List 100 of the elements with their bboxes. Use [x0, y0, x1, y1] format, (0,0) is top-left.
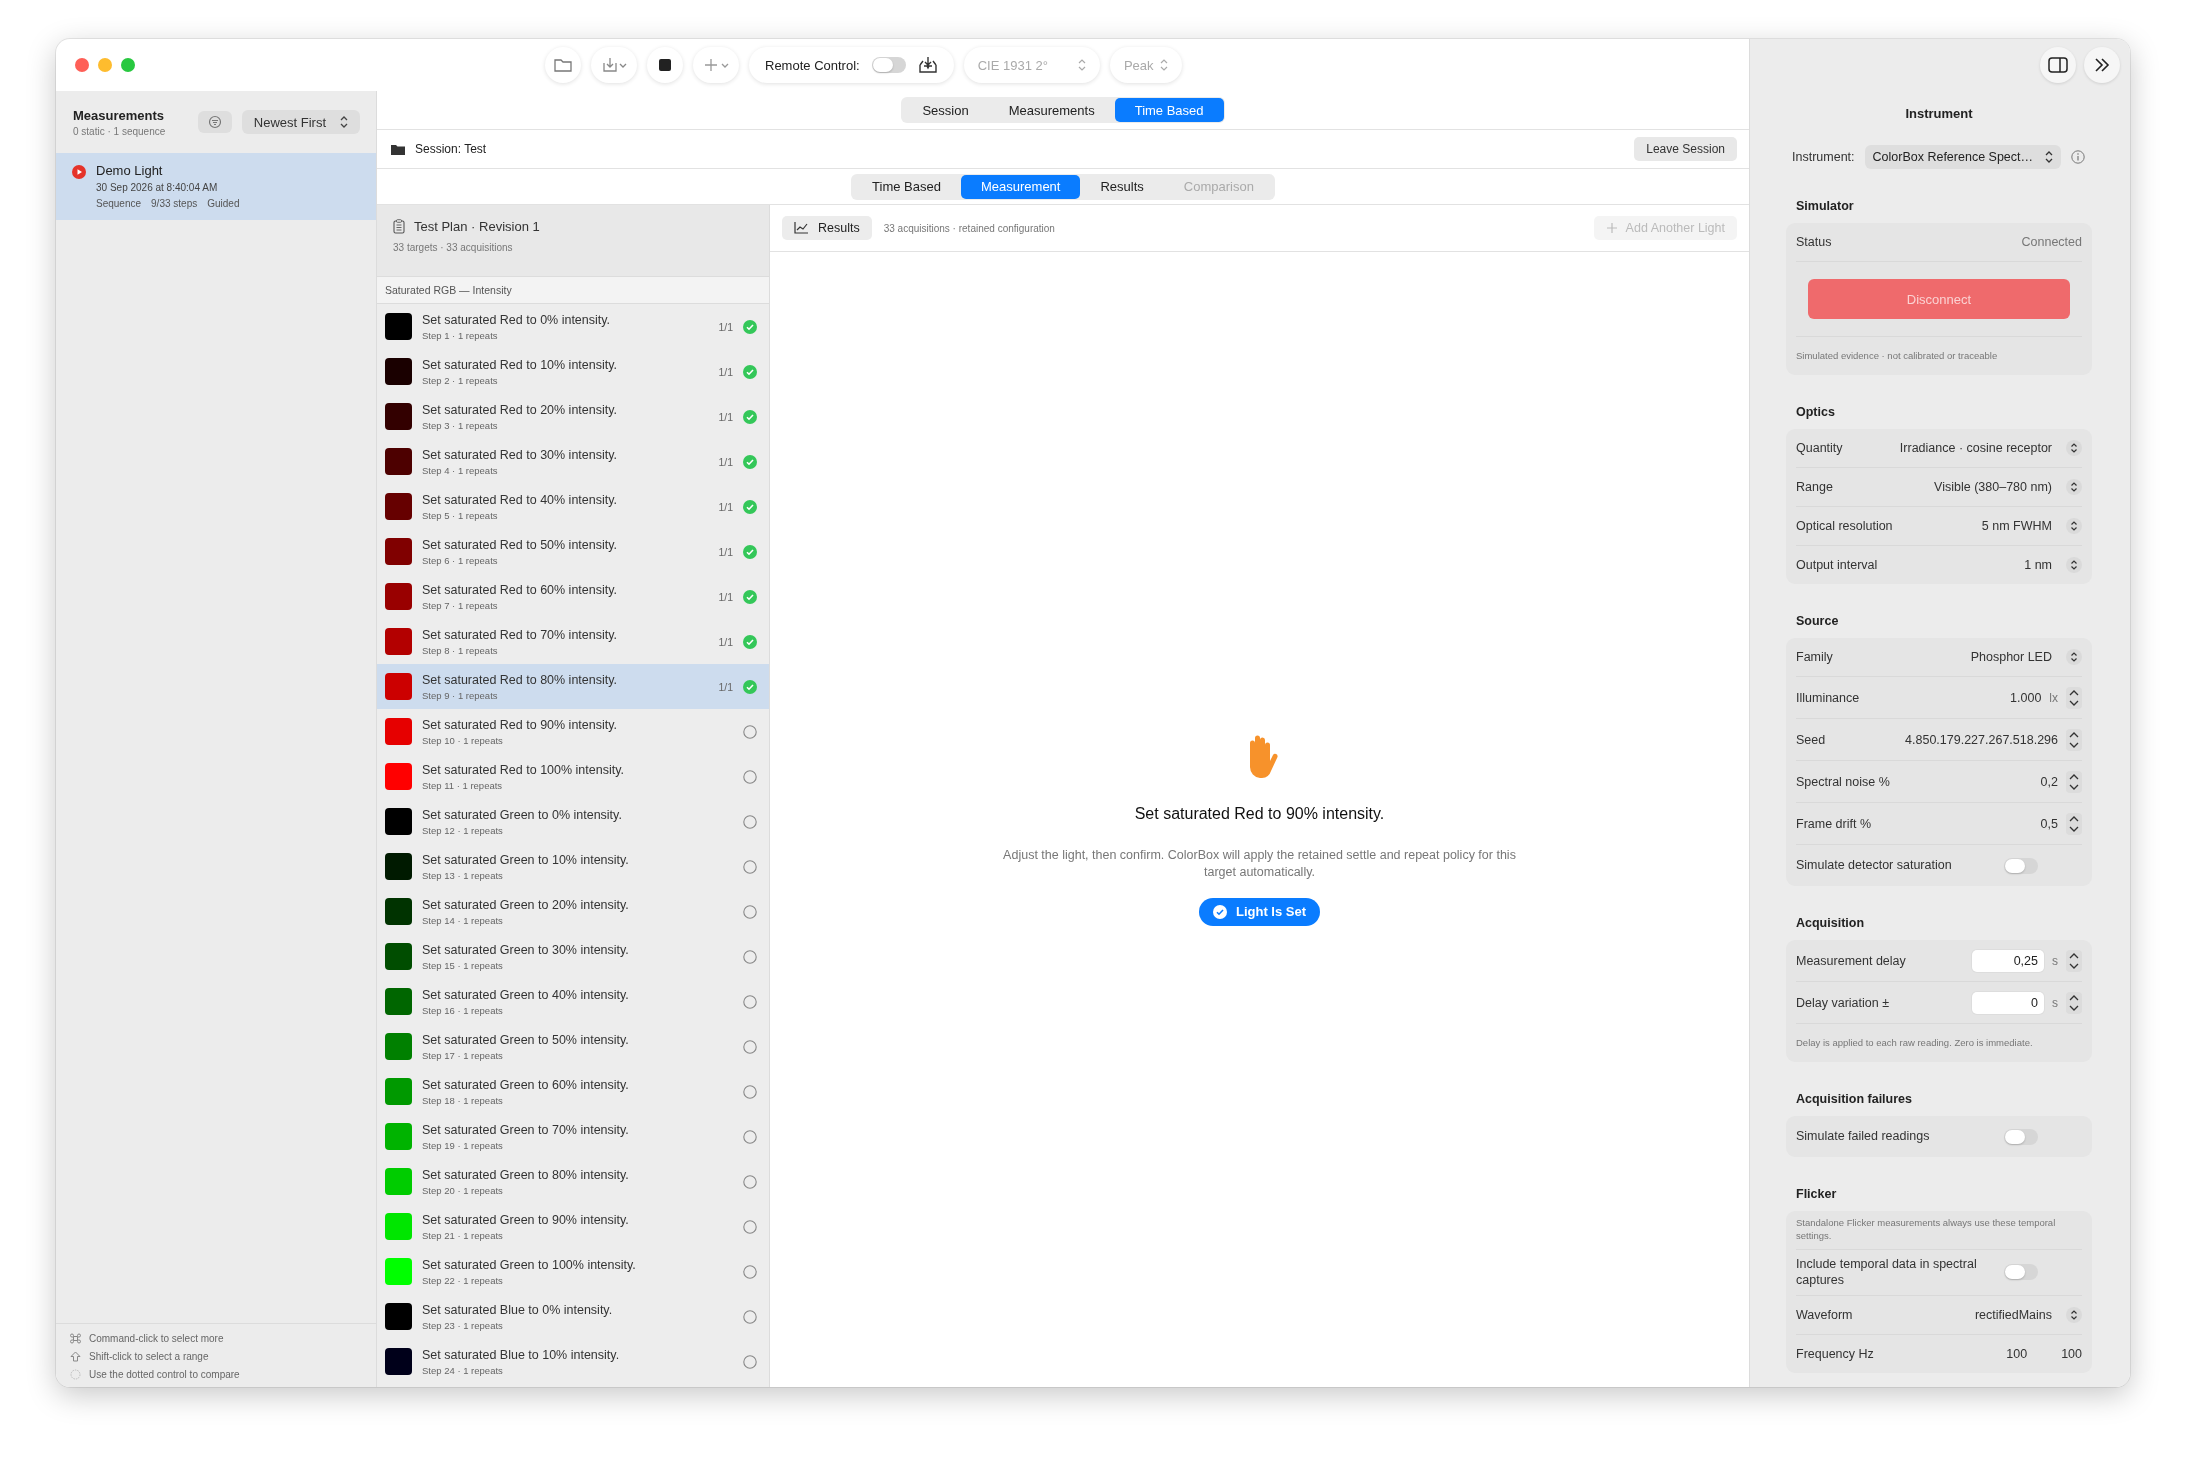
- light-is-set-button[interactable]: Light Is Set: [1198, 897, 1321, 926]
- remote-control-toggle[interactable]: [871, 57, 906, 73]
- popup-chevron-icon[interactable]: [2066, 518, 2082, 534]
- number-field[interactable]: 0,25: [1972, 949, 2044, 972]
- double-chevron-icon: [2093, 57, 2111, 73]
- step-row[interactable]: Set saturated Red to 10% intensity. Step 2 · 1 repeats 1/1: [377, 349, 769, 394]
- instrument-popup[interactable]: ColorBox Reference Spect…: [1864, 145, 2062, 169]
- close-button[interactable]: [75, 58, 89, 72]
- step-row[interactable]: Set saturated Green to 0% intensity. Step 12 · 1 repeats: [377, 799, 769, 844]
- plus-icon: [703, 57, 729, 73]
- setting-value: Phosphor LED: [1970, 650, 2052, 664]
- step-row[interactable]: Set saturated Green to 70% intensity. Step 19 · 1 repeats: [377, 1114, 769, 1159]
- view-tab[interactable]: Measurements: [988, 98, 1115, 122]
- stepper-control[interactable]: [2066, 812, 2082, 835]
- stop-button[interactable]: [647, 47, 683, 83]
- step-title: Set saturated Green to 90% intensity.: [422, 1212, 630, 1227]
- step-row[interactable]: Set saturated Red to 30% intensity. Step 4 · 1 repeats 1/1: [377, 439, 769, 484]
- mode-tab[interactable]: Time Based: [852, 174, 961, 199]
- step-title: Set saturated Green to 20% intensity.: [422, 897, 630, 912]
- stepper-control[interactable]: [2066, 770, 2082, 793]
- step-row[interactable]: Set saturated Red to 90% intensity. Step 10 · 1 repeats: [377, 709, 769, 754]
- results-summary: 33 acquisitions · retained configuration: [883, 222, 1056, 234]
- step-detail: Step 17 · 1 repeats: [422, 1049, 504, 1061]
- setting-label: Frequency Hz: [1796, 1346, 1875, 1361]
- step-title: Set saturated Blue to 10% intensity.: [422, 1347, 621, 1362]
- setting-value: 1 nm: [2024, 558, 2052, 572]
- step-row[interactable]: Set saturated Blue to 10% intensity. Step 24 · 1 repeats: [377, 1339, 769, 1384]
- step-row[interactable]: Set saturated Green to 40% intensity. Step 16 · 1 repeats: [377, 979, 769, 1024]
- toggle-switch[interactable]: [2004, 1264, 2038, 1281]
- measurement-detail: Sequence: [96, 198, 142, 209]
- step-count: 1/1: [718, 545, 733, 558]
- setting-label: Simulate failed readings: [1796, 1128, 1931, 1146]
- setting-label: Quantity: [1796, 441, 1844, 455]
- step-title: Set saturated Green to 30% intensity.: [422, 942, 630, 957]
- step-detail: Step 3 · 1 repeats: [422, 419, 499, 431]
- step-count: 1/1: [718, 680, 733, 693]
- command-icon: [70, 1333, 81, 1344]
- popup-chevron-icon[interactable]: [2066, 557, 2082, 573]
- step-row[interactable]: Set saturated Red to 60% intensity. Step 7 · 1 repeats 1/1: [377, 574, 769, 619]
- step-title: Set saturated Red to 40% intensity.: [422, 492, 619, 507]
- sort-popup[interactable]: Newest First: [241, 110, 360, 134]
- step-row[interactable]: Set saturated Red to 70% intensity. Step 8 · 1 repeats 1/1: [377, 619, 769, 664]
- step-row[interactable]: Set saturated Red to 20% intensity. Step 3 · 1 repeats 1/1: [377, 394, 769, 439]
- step-row[interactable]: Set saturated Green to 90% intensity. Step 21 · 1 repeats: [377, 1204, 769, 1249]
- stepper-control[interactable]: [2066, 686, 2082, 709]
- chevron-icon: [2045, 151, 2054, 163]
- remote-control-label: Remote Control:: [765, 57, 860, 73]
- step-row[interactable]: Set saturated Green to 100% intensity. Step 22 · 1 repeats: [377, 1249, 769, 1294]
- stepper-control[interactable]: [2066, 991, 2082, 1014]
- folder-button[interactable]: [545, 47, 581, 83]
- mode-tab[interactable]: Measurement: [960, 174, 1081, 199]
- toggle-switch[interactable]: [2004, 857, 2038, 874]
- step-row[interactable]: Set saturated Red to 0% intensity. Step 1 · 1 repeats 1/1: [377, 304, 769, 349]
- instrument-label: Instrument:: [1792, 150, 1855, 164]
- stepper-control[interactable]: [2066, 728, 2082, 751]
- popup-chevron-icon[interactable]: [2066, 440, 2082, 456]
- measurement-detail: 9/33 steps: [151, 198, 198, 209]
- download-icon: [601, 57, 627, 73]
- step-title: Set saturated Green to 60% intensity.: [422, 1077, 630, 1092]
- measurement-name: Demo Light: [96, 163, 164, 178]
- stepper-control[interactable]: [2066, 949, 2082, 972]
- step-row[interactable]: Set saturated Red to 100% intensity. Step 11 · 1 repeats: [377, 754, 769, 799]
- filter-button[interactable]: [197, 111, 232, 133]
- checkmark-icon: [1212, 904, 1227, 919]
- step-row[interactable]: Set saturated Green to 30% intensity. Step 15 · 1 repeats: [377, 934, 769, 979]
- step-row[interactable]: Set saturated Green to 60% intensity. Step 18 · 1 repeats: [377, 1069, 769, 1114]
- step-row[interactable]: Set saturated Blue to 0% intensity. Step 23 · 1 repeats: [377, 1294, 769, 1339]
- sidebar-toggle-button[interactable]: [2040, 47, 2076, 83]
- view-tab[interactable]: Time Based: [1114, 98, 1224, 122]
- measurement-item[interactable]: Demo Light 30 Sep 2026 at 8:40:04 AM Sequence 9/33 steps Guided: [56, 153, 376, 220]
- step-row[interactable]: Set saturated Red to 50% intensity. Step 6 · 1 repeats 1/1: [377, 529, 769, 574]
- step-row[interactable]: Set saturated Red to 40% intensity. Step 5 · 1 repeats 1/1: [377, 484, 769, 529]
- popup-chevron-icon[interactable]: [2066, 479, 2082, 495]
- popup-chevron-icon[interactable]: [2066, 649, 2082, 665]
- step-title: Set saturated Green to 0% intensity.: [422, 807, 623, 822]
- chevron-icon: [1077, 59, 1086, 71]
- measurement-date: 30 Sep 2026 at 8:40:04 AM: [96, 182, 219, 193]
- collapse-button[interactable]: [2084, 47, 2120, 83]
- step-detail: Step 21 · 1 repeats: [422, 1229, 504, 1241]
- step-title: Set saturated Red to 0% intensity.: [422, 312, 612, 327]
- toggle-switch[interactable]: [2004, 1128, 2038, 1145]
- popup-chevron-icon[interactable]: [2066, 1306, 2082, 1323]
- setting-value: Irradiance · cosine receptor: [1899, 441, 2052, 455]
- step-row[interactable]: Set saturated Green to 10% intensity. Step 13 · 1 repeats: [377, 844, 769, 889]
- mode-tab[interactable]: Results: [1080, 174, 1164, 199]
- step-row[interactable]: Set saturated Green to 20% intensity. Step 14 · 1 repeats: [377, 889, 769, 934]
- step-row[interactable]: Set saturated Red to 80% intensity. Step 9 · 1 repeats 1/1: [377, 664, 769, 709]
- results-button[interactable]: Results: [782, 216, 872, 240]
- setting-value: rectifiedMains: [1974, 1307, 2052, 1322]
- step-detail: Step 13 · 1 repeats: [422, 869, 504, 881]
- shift-icon: [70, 1351, 81, 1362]
- step-row[interactable]: Set saturated Green to 80% intensity. Step 20 · 1 repeats: [377, 1159, 769, 1204]
- number-field[interactable]: 0: [1972, 991, 2044, 1014]
- view-tab[interactable]: Session: [902, 98, 989, 122]
- step-row[interactable]: Set saturated Green to 50% intensity. Step 17 · 1 repeats: [377, 1024, 769, 1069]
- leave-session-button[interactable]: Leave Session: [1634, 137, 1737, 161]
- setting-label: Optical resolution: [1796, 519, 1894, 533]
- section-title: Acquisition failures: [1795, 1092, 1913, 1106]
- step-detail: Step 20 · 1 repeats: [422, 1184, 504, 1196]
- inbox-download-icon[interactable]: [917, 56, 938, 74]
